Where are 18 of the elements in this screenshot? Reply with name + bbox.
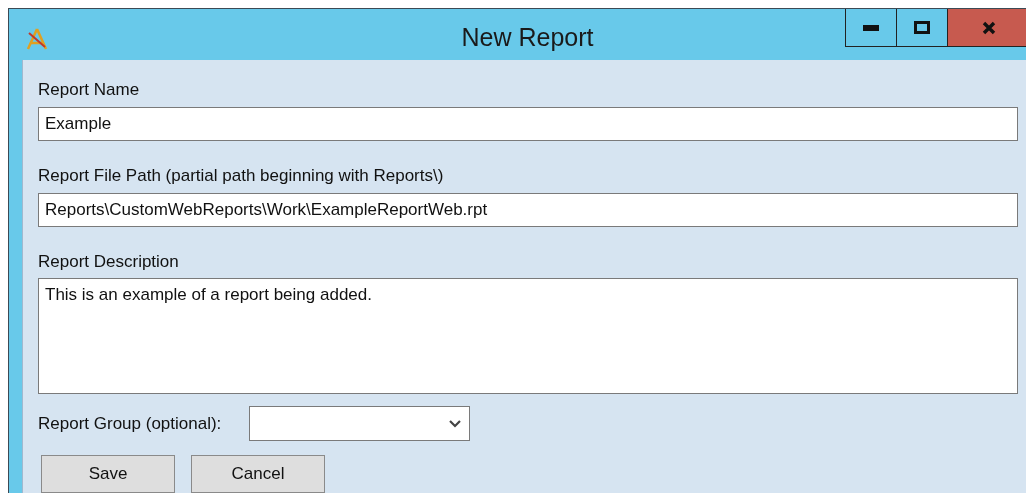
field-label: Report Description xyxy=(38,252,180,272)
group-dropdown[interactable] xyxy=(249,406,471,441)
minimize-button[interactable] xyxy=(845,9,897,47)
window-title: New Report xyxy=(460,23,595,52)
minimize-icon xyxy=(863,24,879,31)
maximize-icon xyxy=(914,21,930,34)
close-icon xyxy=(982,20,996,35)
drafting-tools-icon xyxy=(25,27,49,51)
chevron-down-icon xyxy=(449,419,462,428)
save-button[interactable]: Save xyxy=(41,455,175,493)
cancel-button[interactable]: Cancel xyxy=(191,455,325,493)
text-field[interactable]: Example xyxy=(38,107,1018,141)
description-field[interactable]: This is an example of a report being added. xyxy=(38,278,1018,394)
field-label: Report Name xyxy=(38,80,141,100)
text-field[interactable]: Reports\CustomWebReports\Work\ExampleReportWeb.rpt xyxy=(38,193,1018,227)
close-button[interactable] xyxy=(947,9,1026,47)
field-label: Report Group (optional): xyxy=(38,413,222,434)
field-label: Report File Path (partial path beginning with Reports\) xyxy=(38,166,445,186)
